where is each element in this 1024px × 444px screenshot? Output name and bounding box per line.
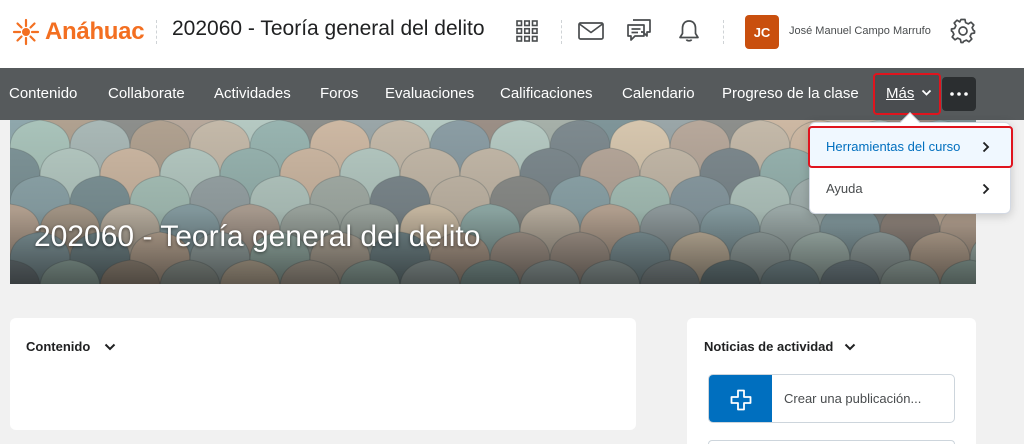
chevron-right-icon — [982, 141, 990, 153]
menu-item-herramientas[interactable]: Herramientas del curso — [826, 139, 960, 154]
nav-item-actividades[interactable]: Actividades — [214, 68, 291, 120]
header-divider — [723, 20, 724, 44]
feed-item-edge — [708, 440, 955, 444]
nav-item-calificaciones[interactable]: Calificaciones — [500, 68, 593, 120]
nav-item-contenido[interactable]: Contenido — [9, 68, 77, 120]
user-name[interactable]: José Manuel Campo Marrufo — [789, 25, 931, 37]
activity-feed-title[interactable]: Noticias de actividad — [704, 339, 833, 354]
nav-item-progreso[interactable]: Progreso de la clase — [722, 68, 859, 120]
chevron-right-icon — [982, 183, 990, 195]
apps-grid-icon[interactable] — [512, 16, 542, 46]
nav-item-foros[interactable]: Foros — [320, 68, 358, 120]
chevron-down-icon[interactable] — [844, 343, 856, 351]
content-widget-title[interactable]: Contenido — [26, 339, 90, 354]
ellipsis-icon — [950, 92, 968, 96]
more-options-button[interactable] — [942, 77, 976, 111]
chevron-down-icon[interactable] — [104, 343, 116, 351]
top-header: Anáhuac 202060 - Teoría general del deli… — [0, 0, 1024, 68]
mail-icon[interactable] — [576, 16, 606, 46]
user-avatar[interactable]: JC — [745, 15, 779, 49]
nav-item-calendario[interactable]: Calendario — [622, 68, 695, 120]
nav-item-evaluaciones[interactable]: Evaluaciones — [385, 68, 474, 120]
banner-title: 202060 - Teoría general del delito — [34, 220, 481, 253]
bell-icon[interactable] — [674, 16, 704, 46]
menu-item-ayuda[interactable]: Ayuda — [826, 181, 863, 196]
gear-icon[interactable] — [948, 16, 978, 46]
nav-item-collaborate[interactable]: Collaborate — [108, 68, 185, 120]
anahuac-logo[interactable]: Anáhuac — [10, 14, 145, 50]
logo-text: Anáhuac — [45, 18, 145, 45]
course-title[interactable]: 202060 - Teoría general del delito — [172, 17, 485, 41]
header-divider — [561, 20, 562, 44]
create-post-button[interactable] — [709, 375, 772, 422]
content-widget — [10, 318, 636, 430]
anahuac-sun-icon — [12, 18, 40, 46]
plus-icon — [730, 389, 751, 410]
create-post-placeholder: Crear una publicación... — [784, 391, 922, 406]
chat-icon[interactable] — [624, 16, 654, 46]
chevron-down-icon — [921, 89, 932, 96]
create-post-field[interactable]: Crear una publicación... — [708, 374, 955, 423]
header-divider — [156, 20, 157, 44]
